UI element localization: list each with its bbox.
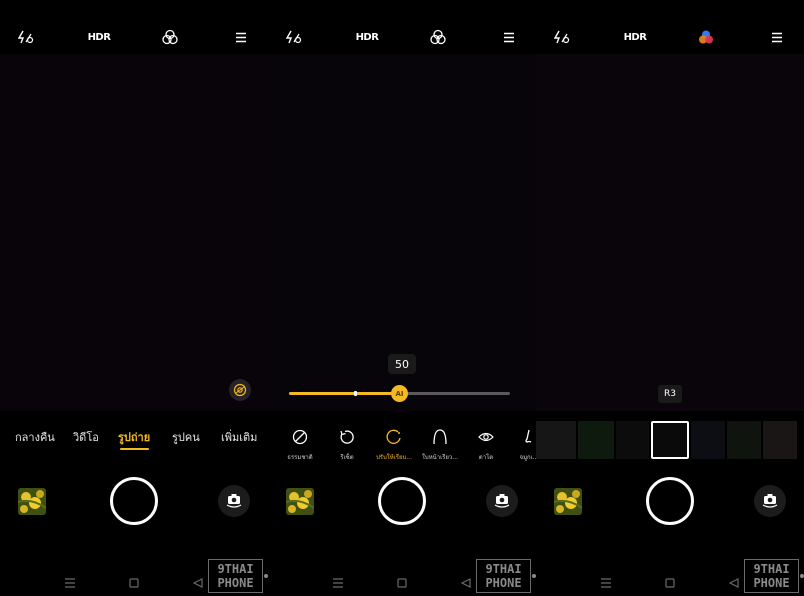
watermark-line-2: PHONE (217, 576, 254, 590)
top-bar: HDR (536, 0, 804, 54)
beauty-option-label: รีเซ็ต (340, 454, 354, 461)
recent-apps-icon[interactable] (600, 573, 612, 592)
watermark-line-1: 9THAI (485, 562, 522, 576)
watermark-dot (800, 574, 804, 578)
camera-flip-icon[interactable] (218, 485, 250, 517)
gallery-thumbnail[interactable] (18, 488, 46, 515)
mode-photo[interactable]: รูปถ่าย (118, 428, 150, 446)
beauty-slider-tick (354, 391, 357, 396)
mode-night[interactable]: กลางคืน (15, 428, 55, 446)
top-bar: HDR (268, 0, 536, 54)
beauty-option-nose[interactable]: จมูกเ... (506, 428, 536, 468)
top-bar: HDR (0, 0, 268, 54)
hdr-icon[interactable]: HDR (87, 28, 111, 46)
beauty-slider-track[interactable] (399, 392, 510, 395)
filter-swatch[interactable] (616, 421, 649, 459)
filter-icon[interactable] (429, 28, 447, 46)
beauty-option-natural[interactable]: ธรรมชาติ (277, 428, 323, 468)
hdr-icon[interactable]: HDR (355, 28, 379, 46)
watermark-line-1: 9THAI (753, 562, 790, 576)
beauty-option-smooth[interactable]: ปรับให้เรียบ... (371, 428, 417, 468)
beauty-option-face-slim[interactable]: ใบหน้าเรียว... (417, 428, 463, 468)
viewfinder[interactable] (0, 54, 268, 411)
filter-swatch[interactable] (691, 421, 725, 459)
face-slim-icon (432, 428, 448, 446)
flash-auto-icon[interactable] (18, 28, 34, 46)
filter-active-icon[interactable] (697, 28, 715, 46)
shutter-button[interactable] (110, 477, 158, 525)
camera-panel-photo: HDR กลางคืน วิดีโอ รูปถ่าย รูปคน เพิ่มเต… (0, 0, 268, 596)
watermark-logo: 9THAI PHONE (208, 559, 268, 593)
gallery-thumbnail[interactable] (286, 488, 314, 515)
mode-video[interactable]: วิดีโอ (73, 428, 99, 446)
beauty-option-label: ตาโต (478, 454, 494, 461)
camera-panel-beauty: HDR 50 AI ธรรมชาติ รีเซ็ต ปรับให้เรียบ..… (268, 0, 536, 596)
watermark-line-2: PHONE (485, 576, 522, 590)
beauty-option-label: จมูกเ... (519, 454, 536, 461)
beauty-option-reset[interactable]: รีเซ็ต (324, 428, 370, 468)
camera-flip-icon[interactable] (486, 485, 518, 517)
menu-icon[interactable] (234, 28, 248, 46)
beauty-option-label: ใบหน้าเรียว... (421, 454, 459, 461)
menu-icon[interactable] (770, 28, 784, 46)
lens-switch-icon[interactable] (229, 379, 251, 401)
gallery-thumbnail[interactable] (554, 488, 582, 515)
beauty-option-eye-enlarge[interactable]: ตาโต (463, 428, 509, 468)
flash-auto-icon[interactable] (286, 28, 302, 46)
mode-portrait[interactable]: รูปคน (172, 428, 200, 446)
back-icon[interactable] (728, 573, 739, 592)
filter-name-badge: R3 (658, 385, 682, 403)
beauty-slider-fill (289, 392, 400, 395)
watermark-line-1: 9THAI (217, 562, 254, 576)
filter-swatch-selected[interactable] (651, 421, 689, 459)
flash-auto-icon[interactable] (554, 28, 570, 46)
reset-icon (339, 428, 355, 446)
recent-apps-icon[interactable] (64, 573, 76, 592)
watermark-line-2: PHONE (753, 576, 790, 590)
active-mode-indicator (120, 448, 149, 450)
shutter-button[interactable] (646, 477, 694, 525)
shutter-button[interactable] (378, 477, 426, 525)
camera-panel-filter: HDR R3 9THAI PHONE (536, 0, 804, 596)
home-icon[interactable] (665, 573, 675, 592)
camera-flip-icon[interactable] (754, 485, 786, 517)
beauty-level-value: 50 (388, 354, 416, 374)
filter-icon[interactable] (161, 28, 179, 46)
filter-swatch[interactable] (727, 421, 761, 459)
mode-selector: กลางคืน วิดีโอ รูปถ่าย รูปคน เพิ่มเติม (0, 424, 268, 454)
filter-swatch[interactable] (536, 421, 576, 459)
filter-swatch[interactable] (763, 421, 797, 459)
eye-enlarge-icon (478, 428, 494, 446)
beauty-option-label: ปรับให้เรียบ... (375, 454, 413, 461)
back-icon[interactable] (192, 573, 203, 592)
home-icon[interactable] (129, 573, 139, 592)
menu-icon[interactable] (502, 28, 516, 46)
viewfinder[interactable] (536, 54, 804, 411)
recent-apps-icon[interactable] (332, 573, 344, 592)
nose-icon (521, 428, 536, 446)
none-icon (292, 428, 308, 446)
filter-swatch[interactable] (578, 421, 614, 459)
hdr-icon[interactable]: HDR (623, 28, 647, 46)
back-icon[interactable] (460, 573, 471, 592)
home-icon[interactable] (397, 573, 407, 592)
beauty-slider-thumb[interactable]: AI (391, 385, 408, 402)
mode-more[interactable]: เพิ่มเติม (221, 428, 257, 446)
smooth-icon (386, 428, 402, 446)
watermark-logo: 9THAI PHONE (744, 559, 804, 593)
watermark-logo: 9THAI PHONE (476, 559, 536, 593)
beauty-option-label: ธรรมชาติ (287, 454, 313, 461)
